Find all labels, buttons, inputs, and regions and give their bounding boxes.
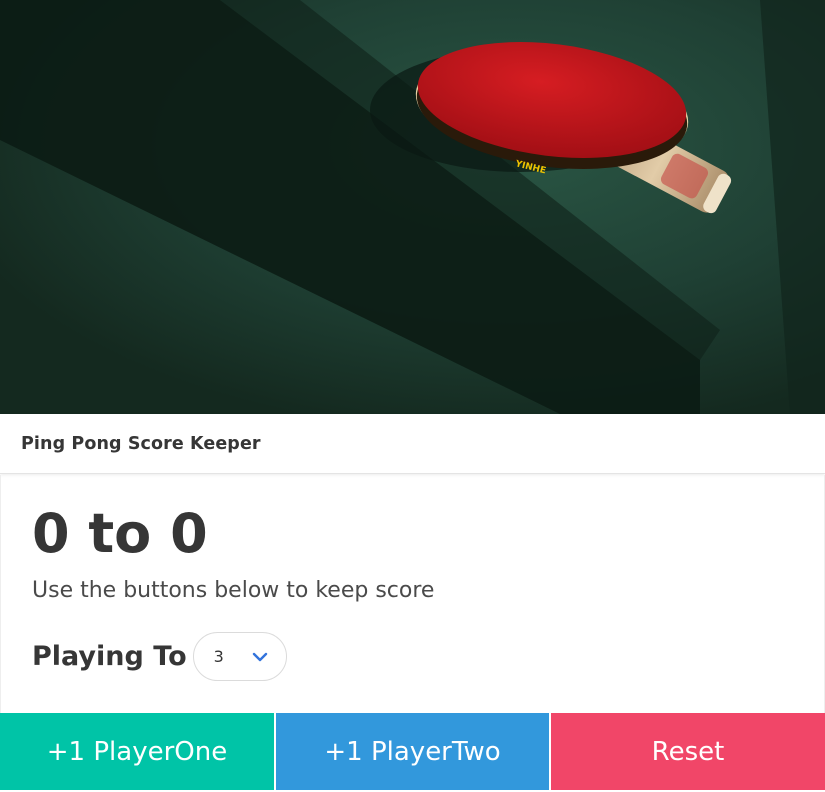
- playing-to-value: 3: [213, 647, 224, 666]
- chevron-down-icon: [252, 652, 267, 662]
- score-keeper-card: YINHE Ping Pong Score Keeper 0 to 0 Use …: [0, 0, 825, 792]
- playing-to-label: Playing To: [32, 641, 187, 672]
- hero-image: YINHE: [0, 0, 825, 414]
- page-title: Ping Pong Score Keeper: [21, 433, 261, 454]
- instructions-text: Use the buttons below to keep score: [32, 578, 435, 603]
- card-content: 0 to 0 Use the buttons below to keep sco…: [0, 475, 825, 713]
- playing-to-row: Playing To 3: [32, 632, 287, 681]
- player-one-button[interactable]: +1 PlayerOne: [0, 713, 274, 790]
- reset-button[interactable]: Reset: [551, 713, 825, 790]
- playing-to-select[interactable]: 3: [192, 632, 287, 681]
- card-footer: +1 PlayerOne +1 PlayerTwo Reset: [0, 713, 825, 790]
- card-header: Ping Pong Score Keeper: [0, 414, 825, 474]
- player-two-button[interactable]: +1 PlayerTwo: [276, 713, 549, 790]
- ping-pong-paddle-photo: YINHE: [0, 0, 825, 414]
- score-display: 0 to 0: [32, 502, 208, 565]
